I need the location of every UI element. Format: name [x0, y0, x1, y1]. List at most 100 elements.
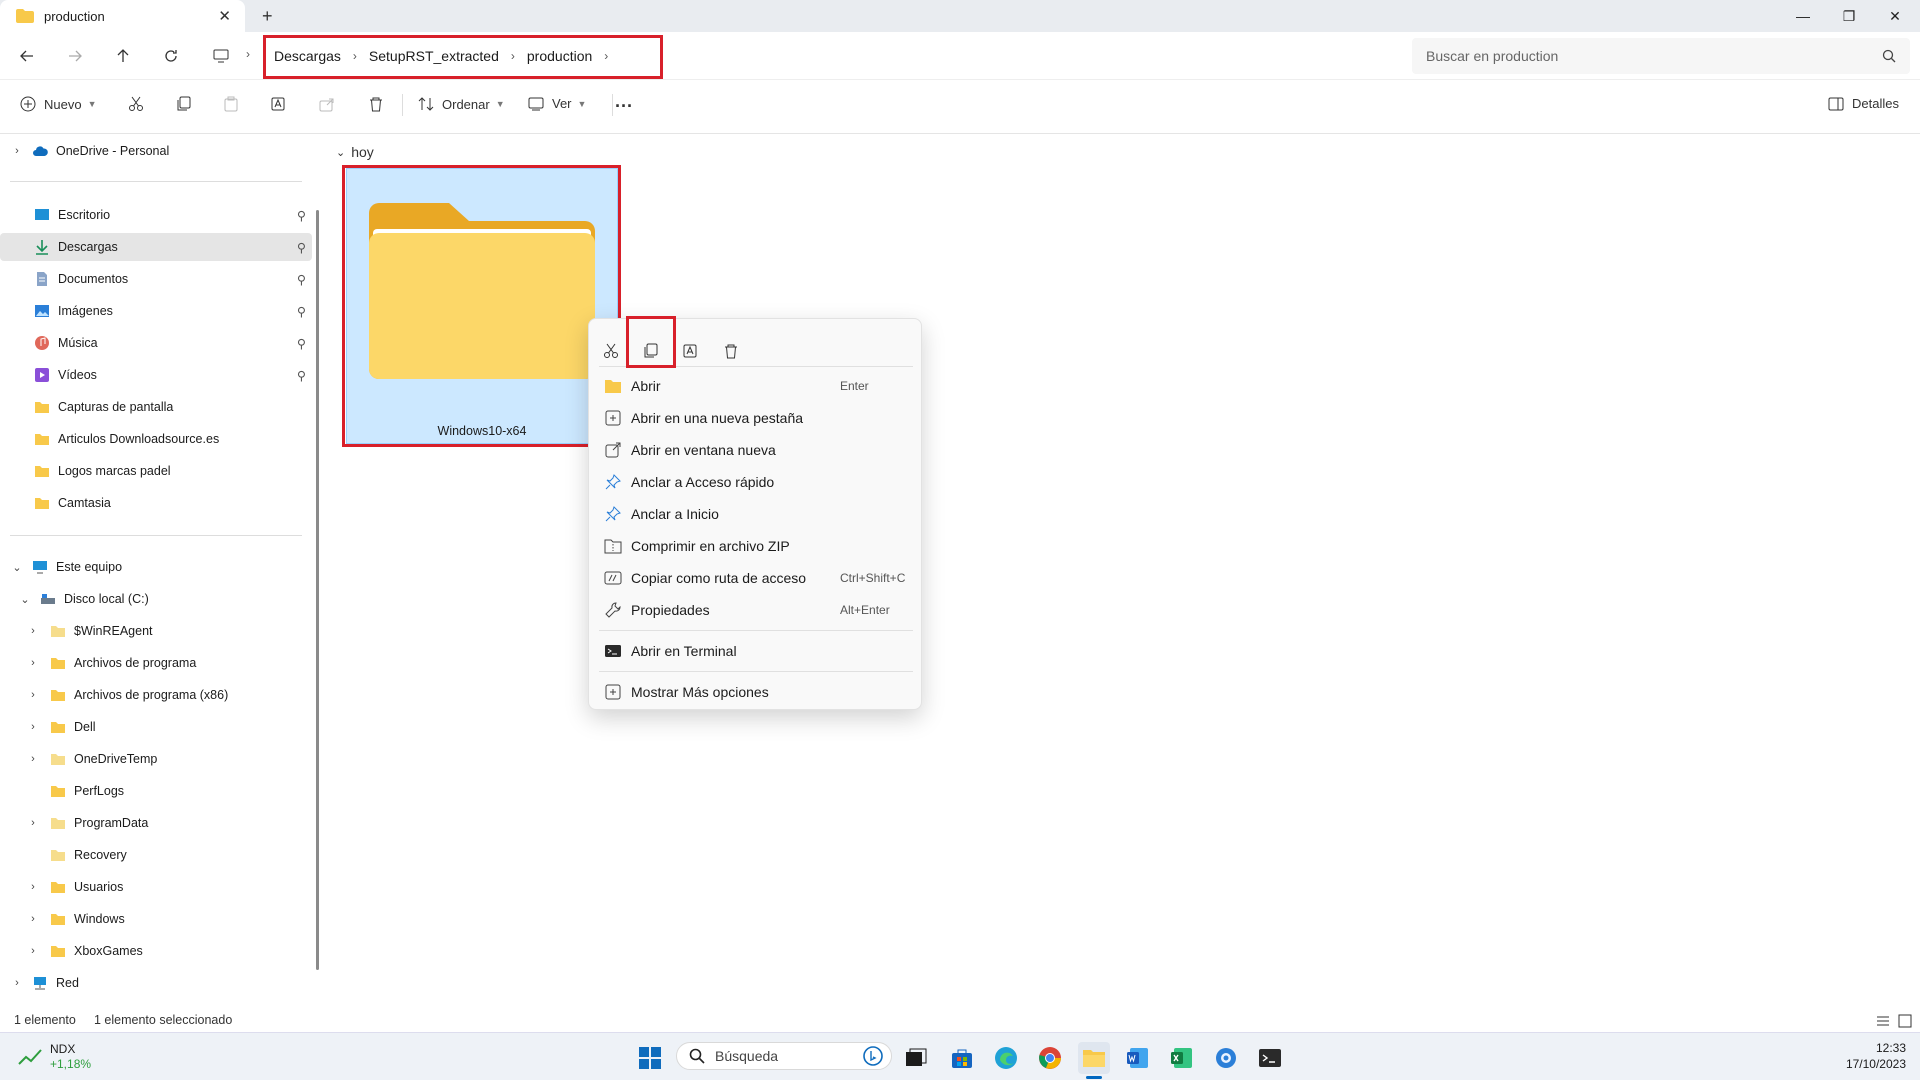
pin-icon[interactable]: ⚲: [297, 208, 306, 223]
sidebar-item-imagenes[interactable]: Imágenes ⚲: [0, 297, 312, 325]
chevron-right-icon[interactable]: ›: [26, 913, 40, 925]
pin-icon[interactable]: ⚲: [297, 304, 306, 319]
chevron-right-icon[interactable]: ›: [26, 945, 40, 957]
sidebar-folder-xboxgames[interactable]: › XboxGames: [0, 937, 312, 965]
up-arrow-icon[interactable]: [109, 42, 137, 70]
sidebar-item-documentos[interactable]: Documentos ⚲: [0, 265, 312, 293]
sidebar-folder-perflogs[interactable]: PerfLogs: [0, 777, 312, 805]
sidebar-item-onedrive[interactable]: › OneDrive - Personal: [0, 137, 312, 165]
sidebar-item-camtasia[interactable]: Camtasia: [0, 489, 312, 517]
share-button[interactable]: [319, 96, 335, 112]
menu-item-nueva-pestana[interactable]: Abrir en una nueva pestaña: [590, 403, 922, 433]
sidebar-folder-onedrivetemp[interactable]: › OneDriveTemp: [0, 745, 312, 773]
clock[interactable]: 12:33 17/10/2023: [1800, 1040, 1906, 1072]
chevron-right-icon[interactable]: ›: [10, 145, 24, 157]
sidebar-item-musica[interactable]: Música ⚲: [0, 329, 312, 357]
chevron-right-icon[interactable]: ›: [26, 721, 40, 733]
sidebar-folder-windows[interactable]: › Windows: [0, 905, 312, 933]
new-tab-button[interactable]: +: [262, 6, 273, 27]
taskbar-search[interactable]: Búsqueda: [676, 1042, 892, 1070]
sidebar-item-escritorio[interactable]: Escritorio ⚲: [0, 201, 312, 229]
delete-button[interactable]: [368, 96, 384, 112]
chrome-icon[interactable]: [1034, 1042, 1066, 1074]
refresh-icon[interactable]: [157, 42, 185, 70]
rename-button[interactable]: [271, 96, 287, 112]
menu-item-terminal[interactable]: Abrir en Terminal: [590, 636, 922, 666]
menu-item-anclar-inicio[interactable]: Anclar a Inicio: [590, 499, 922, 529]
terminal-app-icon[interactable]: [1254, 1042, 1286, 1074]
new-button[interactable]: Nuevo ▼: [20, 96, 97, 112]
sidebar-item-descargas[interactable]: Descargas ⚲: [0, 233, 312, 261]
chevron-right-icon[interactable]: ›: [26, 881, 40, 893]
pin-icon[interactable]: ⚲: [297, 368, 306, 383]
close-tab-icon[interactable]: ✕: [218, 7, 231, 25]
back-arrow-icon[interactable]: [13, 42, 41, 70]
sidebar-item-logos[interactable]: Logos marcas padel: [0, 457, 312, 485]
settings-gear-icon[interactable]: [1210, 1042, 1242, 1074]
view-button[interactable]: Ver ▼: [528, 96, 586, 111]
monitor-icon[interactable]: [207, 42, 235, 70]
store-icon[interactable]: [946, 1042, 978, 1074]
details-button[interactable]: Detalles: [1828, 96, 1899, 111]
sidebar-item-videos[interactable]: Vídeos ⚲: [0, 361, 312, 389]
sidebar-item-disco-local[interactable]: ⌄ Disco local (C:): [0, 585, 312, 613]
sidebar-folder-archivos-programa-x86[interactable]: › Archivos de programa (x86): [0, 681, 312, 709]
group-header[interactable]: ⌄ hoy: [336, 144, 374, 160]
paste-button[interactable]: [223, 96, 239, 112]
sidebar-item-red[interactable]: › Red: [0, 969, 312, 997]
sidebar-item-este-equipo[interactable]: ⌄ Este equipo: [0, 553, 312, 581]
chevron-right-icon[interactable]: ›: [26, 753, 40, 765]
chevron-right-icon[interactable]: ›: [10, 977, 24, 989]
menu-item-mas-opciones[interactable]: Mostrar Más opciones: [590, 677, 922, 707]
sidebar-folder-dell[interactable]: › Dell: [0, 713, 312, 741]
restore-button[interactable]: ❐: [1826, 0, 1872, 32]
sidebar-item-capturas[interactable]: Capturas de pantalla: [0, 393, 312, 421]
chevron-right-icon[interactable]: ›: [26, 817, 40, 829]
stock-widget[interactable]: NDX +1,18%: [18, 1042, 91, 1072]
sort-button[interactable]: Ordenar ▼: [418, 96, 505, 112]
pin-icon[interactable]: ⚲: [297, 240, 306, 255]
pin-icon[interactable]: ⚲: [297, 336, 306, 351]
menu-delete-button[interactable]: [713, 333, 749, 369]
chevron-down-icon[interactable]: ⌄: [18, 593, 32, 606]
menu-item-ventana-nueva[interactable]: Abrir en ventana nueva: [590, 435, 922, 465]
menu-item-abrir[interactable]: Abrir Enter: [590, 371, 922, 401]
start-windows-icon[interactable]: [634, 1042, 666, 1074]
forward-arrow-icon[interactable]: [61, 42, 89, 70]
sidebar-scrollbar[interactable]: [316, 210, 319, 970]
word-icon[interactable]: [1122, 1042, 1154, 1074]
minimize-button[interactable]: —: [1780, 0, 1826, 32]
chevron-down-icon[interactable]: ⌄: [10, 561, 24, 574]
chevron-right-icon[interactable]: ›: [26, 689, 40, 701]
taskbar-search-label: Búsqueda: [715, 1048, 779, 1064]
sidebar-item-label: XboxGames: [74, 944, 143, 958]
menu-cut-button[interactable]: [593, 333, 629, 369]
menu-item-propiedades[interactable]: Propiedades Alt+Enter: [590, 595, 922, 625]
chevron-right-icon[interactable]: ›: [26, 657, 40, 669]
sidebar-folder-programdata[interactable]: › ProgramData: [0, 809, 312, 837]
file-explorer-icon[interactable]: [1078, 1042, 1110, 1074]
menu-item-anclar-acceso[interactable]: Anclar a Acceso rápido: [590, 467, 922, 497]
task-view-icon[interactable]: [900, 1042, 932, 1074]
sidebar-item-label: Música: [58, 336, 98, 350]
chevron-right-icon[interactable]: ›: [26, 625, 40, 637]
copy-button[interactable]: [176, 96, 192, 112]
sidebar-folder-archivos-programa[interactable]: › Archivos de programa: [0, 649, 312, 677]
search-input[interactable]: Buscar en production: [1412, 38, 1910, 74]
more-options-icon[interactable]: ···: [615, 96, 633, 117]
cut-button[interactable]: [128, 96, 144, 112]
pin-icon[interactable]: ⚲: [297, 272, 306, 287]
menu-item-copiar-ruta[interactable]: Copiar como ruta de acceso Ctrl+Shift+C: [590, 563, 922, 593]
sidebar-folder-usuarios[interactable]: › Usuarios: [0, 873, 312, 901]
edge-icon[interactable]: [990, 1042, 1022, 1074]
close-window-button[interactable]: ✕: [1872, 0, 1918, 32]
tab-production[interactable]: production ✕: [0, 0, 245, 32]
sidebar-folder-recovery[interactable]: Recovery: [0, 841, 312, 869]
sidebar-item-articulos[interactable]: Articulos Downloadsource.es: [0, 425, 312, 453]
sidebar-folder-winreagent[interactable]: › $WinREAgent: [0, 617, 312, 645]
excel-icon[interactable]: [1166, 1042, 1198, 1074]
list-view-icon[interactable]: [1876, 1014, 1890, 1028]
tiles-view-icon[interactable]: [1898, 1014, 1912, 1028]
menu-item-comprimir-zip[interactable]: Comprimir en archivo ZIP: [590, 531, 922, 561]
menu-rename-button[interactable]: [673, 333, 709, 369]
